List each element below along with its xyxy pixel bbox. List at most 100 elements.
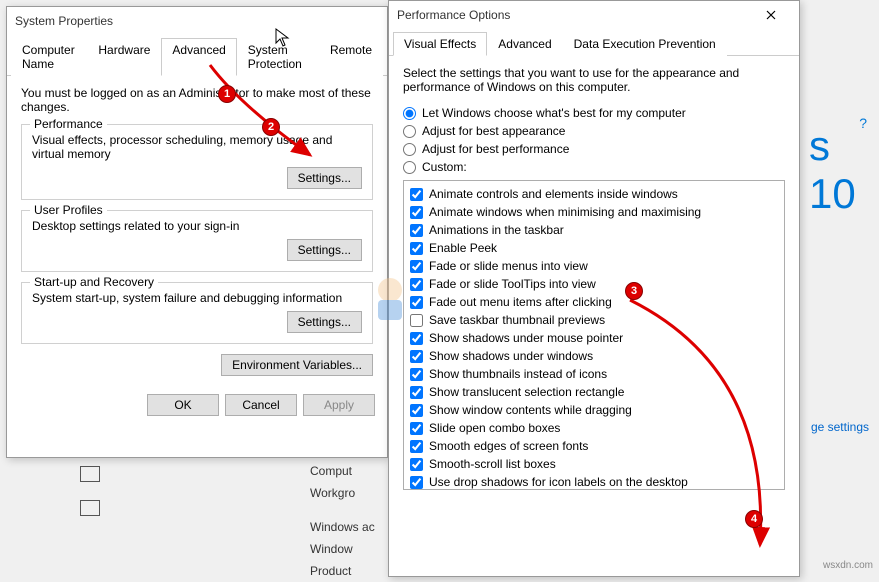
check-input-8[interactable] [410, 332, 423, 345]
sysprops-tabs: Computer Name Hardware Advanced System P… [7, 37, 387, 76]
check-input-16[interactable] [410, 476, 423, 489]
perfopts-body: Select the settings that you want to use… [389, 56, 799, 508]
performance-options-dialog: Performance Options Visual Effects Advan… [388, 0, 800, 577]
check-option-13[interactable]: Slide open combo boxes [410, 419, 778, 437]
check-option-6[interactable]: Fade out menu items after clicking [410, 293, 778, 311]
check-label-14: Smooth edges of screen fonts [429, 439, 588, 453]
tab-visual-effects[interactable]: Visual Effects [393, 32, 487, 56]
radio-label-0: Let Windows choose what's best for my co… [422, 106, 686, 120]
check-input-15[interactable] [410, 458, 423, 471]
environment-variables-button[interactable]: Environment Variables... [221, 354, 373, 376]
ok-button[interactable]: OK [147, 394, 219, 416]
radio-option-2[interactable]: Adjust for best performance [403, 140, 785, 158]
sysprops-dialog-buttons: OK Cancel Apply [7, 386, 387, 424]
perfopts-title: Performance Options [397, 8, 510, 22]
check-label-15: Smooth-scroll list boxes [429, 457, 556, 471]
taskview-icons [80, 466, 100, 516]
tab-hardware[interactable]: Hardware [87, 38, 161, 76]
check-option-1[interactable]: Animate windows when minimising and maxi… [410, 203, 778, 221]
tab-remote[interactable]: Remote [319, 38, 383, 76]
check-input-10[interactable] [410, 368, 423, 381]
check-option-11[interactable]: Show translucent selection rectangle [410, 383, 778, 401]
check-label-4: Fade or slide menus into view [429, 259, 588, 273]
background-windows10-text: s 10 [809, 70, 879, 270]
close-icon [766, 10, 776, 20]
check-input-5[interactable] [410, 278, 423, 291]
radio-input-0[interactable] [403, 107, 416, 120]
system-properties-dialog: System Properties Computer Name Hardware… [6, 6, 388, 458]
check-option-10[interactable]: Show thumbnails instead of icons [410, 365, 778, 383]
tab-advanced[interactable]: Advanced [161, 38, 236, 76]
startup-recovery-desc: System start-up, system failure and debu… [32, 291, 362, 305]
apply-button[interactable]: Apply [303, 394, 375, 416]
performance-desc: Visual effects, processor scheduling, me… [32, 133, 362, 161]
check-option-2[interactable]: Animations in the taskbar [410, 221, 778, 239]
sysprops-title: System Properties [15, 14, 113, 28]
performance-group: Performance Visual effects, processor sc… [21, 124, 373, 200]
tab-dep[interactable]: Data Execution Prevention [563, 32, 727, 56]
check-label-3: Enable Peek [429, 241, 497, 255]
check-input-4[interactable] [410, 260, 423, 273]
check-input-9[interactable] [410, 350, 423, 363]
check-option-12[interactable]: Show window contents while dragging [410, 401, 778, 419]
user-profiles-group: User Profiles Desktop settings related t… [21, 210, 373, 272]
user-profiles-desc: Desktop settings related to your sign-in [32, 219, 362, 233]
startup-recovery-group: Start-up and Recovery System start-up, s… [21, 282, 373, 344]
check-option-4[interactable]: Fade or slide menus into view [410, 257, 778, 275]
tab-system-protection[interactable]: System Protection [237, 38, 319, 76]
radio-input-3[interactable] [403, 161, 416, 174]
check-input-14[interactable] [410, 440, 423, 453]
check-label-5: Fade or slide ToolTips into view [429, 277, 596, 291]
radio-label-1: Adjust for best appearance [422, 124, 565, 138]
check-input-1[interactable] [410, 206, 423, 219]
radio-option-0[interactable]: Let Windows choose what's best for my co… [403, 104, 785, 122]
check-option-9[interactable]: Show shadows under windows [410, 347, 778, 365]
tab-perf-advanced[interactable]: Advanced [487, 32, 562, 56]
check-option-15[interactable]: Smooth-scroll list boxes [410, 455, 778, 473]
perfopts-intro: Select the settings that you want to use… [403, 66, 785, 94]
close-button[interactable] [751, 3, 791, 27]
sysprops-body: You must be logged on as an Administrato… [7, 76, 387, 386]
check-label-7: Save taskbar thumbnail previews [429, 313, 605, 327]
check-input-2[interactable] [410, 224, 423, 237]
cancel-button[interactable]: Cancel [225, 394, 297, 416]
check-input-11[interactable] [410, 386, 423, 399]
check-option-0[interactable]: Animate controls and elements inside win… [410, 185, 778, 203]
radio-input-1[interactable] [403, 125, 416, 138]
check-option-14[interactable]: Smooth edges of screen fonts [410, 437, 778, 455]
radio-option-3[interactable]: Custom: [403, 158, 785, 176]
check-input-13[interactable] [410, 422, 423, 435]
background-link[interactable]: ge settings [811, 420, 869, 434]
startup-recovery-settings-button[interactable]: Settings... [287, 311, 362, 333]
check-option-3[interactable]: Enable Peek [410, 239, 778, 257]
radio-option-1[interactable]: Adjust for best appearance [403, 122, 785, 140]
check-option-5[interactable]: Fade or slide ToolTips into view [410, 275, 778, 293]
check-input-6[interactable] [410, 296, 423, 309]
check-label-8: Show shadows under mouse pointer [429, 331, 623, 345]
check-input-7[interactable] [410, 314, 423, 327]
check-label-1: Animate windows when minimising and maxi… [429, 205, 701, 219]
performance-legend: Performance [30, 117, 107, 131]
help-icon[interactable]: ? [859, 115, 867, 131]
watermark-text: wsxdn.com [823, 560, 873, 571]
check-input-3[interactable] [410, 242, 423, 255]
check-option-7[interactable]: Save taskbar thumbnail previews [410, 311, 778, 329]
sysprops-titlebar: System Properties [7, 7, 387, 35]
user-profiles-settings-button[interactable]: Settings... [287, 239, 362, 261]
check-option-16[interactable]: Use drop shadows for icon labels on the … [410, 473, 778, 490]
perfopts-titlebar: Performance Options [389, 1, 799, 29]
check-input-0[interactable] [410, 188, 423, 201]
user-profiles-legend: User Profiles [30, 203, 107, 217]
check-input-12[interactable] [410, 404, 423, 417]
tab-computer-name[interactable]: Computer Name [11, 38, 87, 76]
startup-recovery-legend: Start-up and Recovery [30, 275, 158, 289]
admin-note: You must be logged on as an Administrato… [21, 86, 373, 114]
visual-effects-list[interactable]: Animate controls and elements inside win… [403, 180, 785, 490]
check-label-11: Show translucent selection rectangle [429, 385, 624, 399]
check-label-9: Show shadows under windows [429, 349, 593, 363]
check-label-13: Slide open combo boxes [429, 421, 560, 435]
perfopts-tabs: Visual Effects Advanced Data Execution P… [389, 31, 799, 56]
performance-settings-button[interactable]: Settings... [287, 167, 362, 189]
check-option-8[interactable]: Show shadows under mouse pointer [410, 329, 778, 347]
radio-input-2[interactable] [403, 143, 416, 156]
